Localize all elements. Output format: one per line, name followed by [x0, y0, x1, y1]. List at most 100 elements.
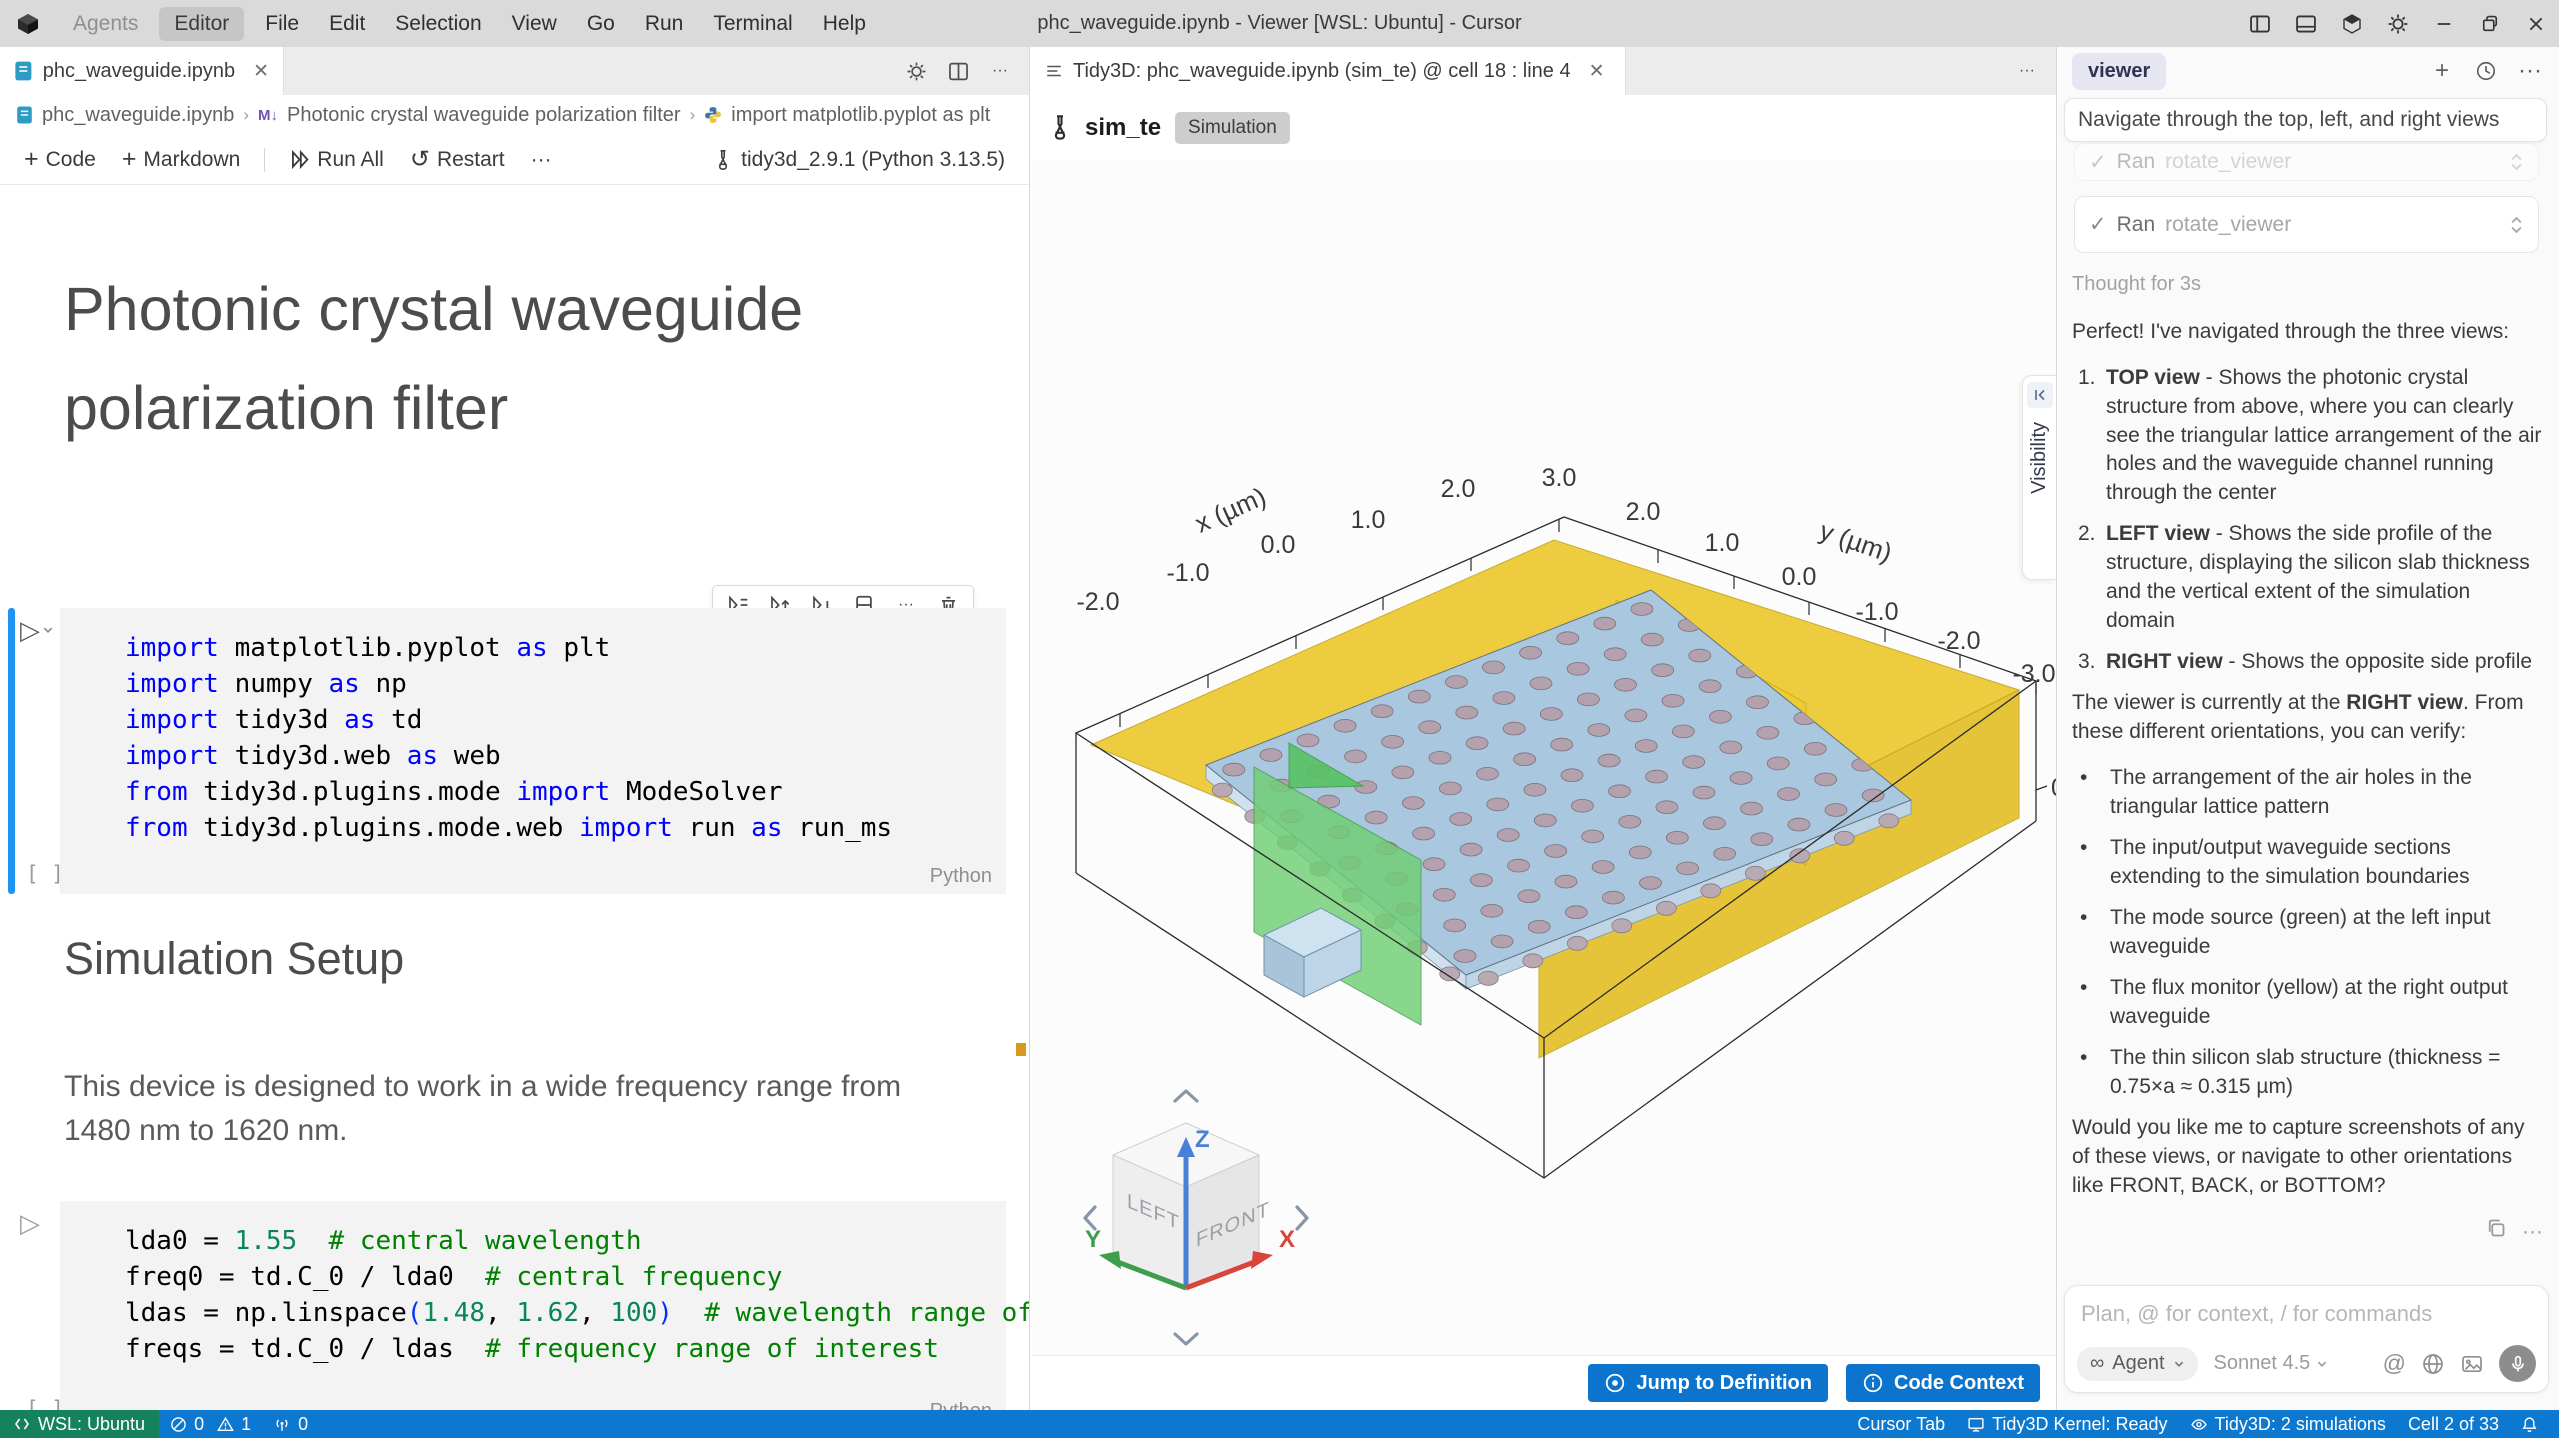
problems-indicator[interactable]: 0 1: [159, 1414, 262, 1435]
more-actions-icon[interactable]: ···: [2522, 1218, 2543, 1247]
voice-mic-icon[interactable]: [2499, 1345, 2536, 1382]
web-globe-icon[interactable]: [2421, 1352, 2445, 1376]
svg-text:-2.0: -2.0: [1076, 588, 1119, 616]
ports-indicator[interactable]: 0: [262, 1414, 319, 1435]
tab-close-icon[interactable]: ✕: [253, 60, 269, 83]
breadcrumb-file[interactable]: phc_waveguide.ipynb: [42, 104, 234, 127]
notebook-file-icon: [14, 60, 33, 82]
close-button[interactable]: [2513, 0, 2559, 47]
simulations-status[interactable]: Tidy3D: 2 simulations: [2179, 1414, 2397, 1435]
layout-panel-icon[interactable]: [2283, 0, 2329, 47]
tab-tidy3d-viewer[interactable]: Tidy3D: phc_waveguide.ipynb (sim_te) @ c…: [1031, 47, 1626, 95]
code-cell-parameters[interactable]: lda0 = 1.55 # central wavelengthfreq0 = …: [60, 1201, 1006, 1410]
svg-text:0.0: 0.0: [1261, 531, 1296, 559]
simulation-header: sim_te Simulation: [1031, 95, 2056, 160]
z-axis: 0: [2036, 774, 2056, 802]
settings-gear-icon[interactable]: [2375, 0, 2421, 47]
jump-to-definition-button[interactable]: Jump to Definition: [1588, 1364, 1828, 1402]
svg-text:0: 0: [2051, 774, 2056, 802]
code-context-button[interactable]: Code Context: [1846, 1364, 2040, 1402]
kernel-picker[interactable]: tidy3d_2.9.1 (Python 3.13.5): [714, 148, 1015, 172]
menu-help[interactable]: Help: [808, 7, 881, 41]
cursor-ai-icon[interactable]: [2329, 0, 2375, 47]
toolbar-more-actions-icon[interactable]: ···: [521, 143, 562, 177]
thought-duration[interactable]: Thought for 3s: [2072, 271, 2543, 299]
remote-indicator[interactable]: WSL: Ubuntu: [0, 1410, 159, 1438]
attach-image-icon[interactable]: [2460, 1352, 2484, 1376]
menu-edit[interactable]: Edit: [314, 7, 380, 41]
rotate-up-chevron-icon[interactable]: [1175, 1091, 1197, 1101]
mode-tab-agents[interactable]: Agents: [58, 7, 153, 41]
tool-call-rotate-viewer[interactable]: ✓ Ran rotate_viewer: [2074, 196, 2539, 253]
3d-viewport[interactable]: -2.0 -1.0 0.0 1.0 2.0 3.0 x (µm): [1031, 160, 2056, 1355]
expand-icon[interactable]: [2509, 215, 2524, 235]
history-clock-icon[interactable]: [2471, 56, 2501, 86]
restart-icon: ↺: [410, 145, 430, 174]
assistant-paragraph: Perfect! I've navigated through the thre…: [2072, 318, 2543, 347]
code-editor[interactable]: lda0 = 1.55 # central wavelengthfreq0 = …: [125, 1223, 1030, 1367]
visibility-tab-label[interactable]: Visibility: [2028, 422, 2051, 494]
menu-view[interactable]: View: [497, 7, 572, 41]
restore-button[interactable]: [2467, 0, 2513, 47]
viewer-more-actions-icon[interactable]: ···: [2010, 54, 2044, 88]
add-markdown-cell-button[interactable]: +Markdown: [112, 140, 250, 179]
breadcrumb-section[interactable]: Photonic crystal waveguide polarization …: [287, 104, 681, 127]
markdown-title[interactable]: Photonic crystal waveguide polarization …: [64, 260, 994, 458]
chat-tab-viewer[interactable]: viewer: [2072, 53, 2166, 90]
run-all-button[interactable]: Run All: [279, 143, 394, 177]
code-editor[interactable]: import matplotlib.pyplot as pltimport nu…: [125, 630, 892, 846]
assistant-message: Thought for 3s Perfect! I've navigated t…: [2072, 271, 2543, 1247]
model-selector[interactable]: Sonnet 4.5: [2214, 1352, 2329, 1375]
expand-icon[interactable]: [2509, 152, 2524, 172]
simulation-type-badge: Simulation: [1175, 112, 1290, 144]
run-cell-button[interactable]: ▷: [20, 1208, 40, 1239]
cell-language-label[interactable]: Python: [930, 1400, 992, 1410]
execution-count: [ ]: [26, 862, 64, 886]
mode-tab-editor[interactable]: Editor: [159, 7, 244, 41]
tab-label: Tidy3D: phc_waveguide.ipynb (sim_te) @ c…: [1073, 60, 1571, 83]
notifications-bell-icon[interactable]: [2510, 1416, 2549, 1433]
minimize-button[interactable]: [2421, 0, 2467, 47]
split-editor-icon[interactable]: [941, 54, 975, 88]
new-chat-icon[interactable]: +: [2427, 56, 2457, 86]
markdown-section-heading[interactable]: Simulation Setup: [64, 933, 404, 985]
add-code-cell-button[interactable]: +Code: [14, 140, 106, 179]
cell-language-label[interactable]: Python: [930, 865, 992, 888]
menu-go[interactable]: Go: [572, 7, 630, 41]
breadcrumb[interactable]: phc_waveguide.ipynb › M↓ Photonic crysta…: [0, 95, 1029, 135]
run-cell-button[interactable]: ▷: [20, 615, 54, 646]
kernel-status[interactable]: Tidy3D Kernel: Ready: [1956, 1414, 2178, 1435]
svg-text:-3.0: -3.0: [2012, 660, 2055, 688]
editor-more-actions-icon[interactable]: ···: [983, 54, 1017, 88]
navigation-cube[interactable]: LEFT FRONT Z Y X: [1071, 1085, 1321, 1350]
svg-text:1.0: 1.0: [1351, 506, 1386, 534]
chat-more-actions-icon[interactable]: ···: [2515, 56, 2545, 86]
menu-run[interactable]: Run: [630, 7, 699, 41]
breadcrumb-cell[interactable]: import matplotlib.pyplot as plt: [731, 104, 990, 127]
tab-label: phc_waveguide.ipynb: [43, 60, 235, 83]
menu-file[interactable]: File: [250, 7, 314, 41]
rotate-right-chevron-icon[interactable]: [1297, 1207, 1307, 1229]
menu-terminal[interactable]: Terminal: [698, 7, 807, 41]
tool-call-rotate-viewer[interactable]: ✓ Ran rotate_viewer: [2074, 143, 2539, 181]
code-cell-imports[interactable]: import matplotlib.pyplot as pltimport nu…: [60, 608, 1006, 894]
user-message[interactable]: Navigate through the top, left, and righ…: [2064, 98, 2547, 142]
notebook-content[interactable]: Photonic crystal waveguide polarization …: [0, 185, 1029, 1410]
agent-mode-selector[interactable]: ∞ Agent: [2077, 1347, 2198, 1381]
warnings-icon: [217, 1416, 234, 1433]
cursor-tab-indicator[interactable]: Cursor Tab: [1846, 1414, 1956, 1435]
copy-icon[interactable]: [2486, 1218, 2506, 1247]
layout-sidebar-icon[interactable]: [2237, 0, 2283, 47]
restart-kernel-button[interactable]: ↺Restart: [400, 140, 515, 179]
tab-phc-waveguide[interactable]: phc_waveguide.ipynb ✕: [0, 47, 284, 95]
collapse-panel-icon[interactable]: [2027, 382, 2053, 408]
tab-close-icon[interactable]: ✕: [1589, 60, 1605, 83]
visibility-side-tab[interactable]: Visibility: [2022, 375, 2056, 580]
rotate-down-chevron-icon[interactable]: [1175, 1334, 1197, 1344]
cell-position-indicator[interactable]: Cell 2 of 33: [2397, 1414, 2510, 1435]
notebook-settings-gear-icon[interactable]: [899, 54, 933, 88]
markdown-paragraph[interactable]: This device is designed to work in a wid…: [64, 1065, 969, 1152]
mention-icon[interactable]: @: [2383, 1350, 2406, 1377]
chat-input-box[interactable]: Plan, @ for context, / for commands ∞ Ag…: [2064, 1285, 2549, 1393]
menu-selection[interactable]: Selection: [380, 7, 496, 41]
